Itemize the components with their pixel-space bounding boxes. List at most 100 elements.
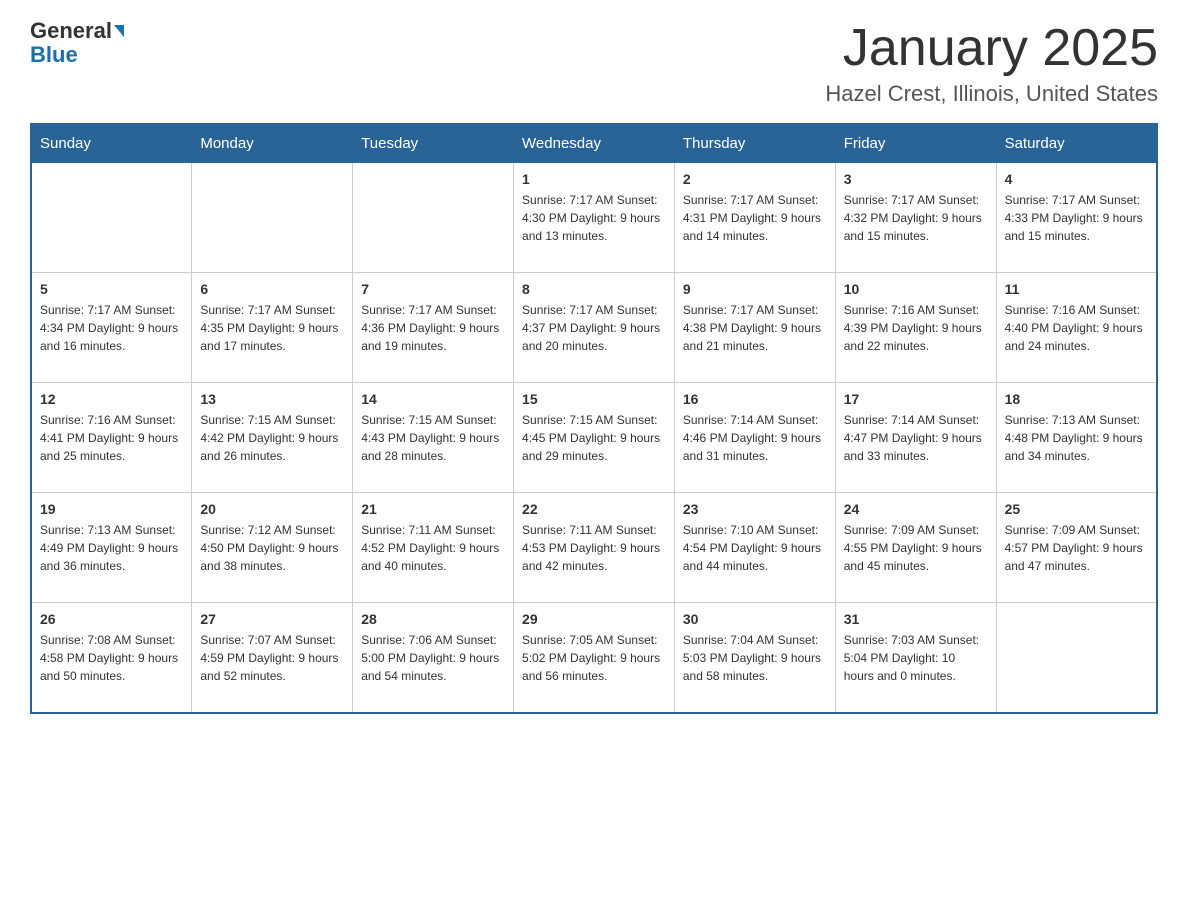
calendar-header-tuesday: Tuesday bbox=[353, 124, 514, 163]
day-info: Sunrise: 7:07 AM Sunset: 4:59 PM Dayligh… bbox=[200, 631, 344, 685]
day-info: Sunrise: 7:17 AM Sunset: 4:34 PM Dayligh… bbox=[40, 301, 183, 355]
day-info: Sunrise: 7:06 AM Sunset: 5:00 PM Dayligh… bbox=[361, 631, 505, 685]
calendar-cell: 3 Sunrise: 7:17 AM Sunset: 4:32 PM Daylig… bbox=[835, 163, 996, 273]
day-info: Sunrise: 7:09 AM Sunset: 4:57 PM Dayligh… bbox=[1005, 521, 1148, 575]
calendar-cell: 25 Sunrise: 7:09 AM Sunset: 4:57 PM Dayli… bbox=[996, 493, 1157, 603]
calendar-cell: 18Sunrise: 7:13 AM Sunset: 4:48 PM Dayli… bbox=[996, 383, 1157, 493]
calendar-header-friday: Friday bbox=[835, 124, 996, 163]
day-info: Sunrise: 7:14 AM Sunset: 4:47 PM Dayligh… bbox=[844, 411, 988, 465]
day-info: Sunrise: 7:15 AM Sunset: 4:45 PM Dayligh… bbox=[522, 411, 666, 465]
day-number: 3 bbox=[844, 171, 988, 187]
calendar-cell bbox=[353, 163, 514, 273]
calendar-cell bbox=[192, 163, 353, 273]
calendar-week-row: 12 Sunrise: 7:16 AM Sunset: 4:41 PM Dayli… bbox=[31, 383, 1157, 493]
day-number: 17 bbox=[844, 391, 988, 407]
day-number: 6 bbox=[200, 281, 344, 297]
day-number: 23 bbox=[683, 501, 827, 517]
calendar-week-row: 19 Sunrise: 7:13 AM Sunset: 4:49 PM Dayli… bbox=[31, 493, 1157, 603]
day-number: 5 bbox=[40, 281, 183, 297]
calendar-cell: 24Sunrise: 7:09 AM Sunset: 4:55 PM Dayli… bbox=[835, 493, 996, 603]
day-number: 8 bbox=[522, 281, 666, 297]
day-info: Sunrise: 7:17 AM Sunset: 4:35 PM Dayligh… bbox=[200, 301, 344, 355]
day-info: Sunrise: 7:17 AM Sunset: 4:32 PM Dayligh… bbox=[844, 191, 988, 245]
day-number: 16 bbox=[683, 391, 827, 407]
logo-text-general: General bbox=[30, 20, 112, 42]
day-info: Sunrise: 7:05 AM Sunset: 5:02 PM Dayligh… bbox=[522, 631, 666, 685]
day-info: Sunrise: 7:11 AM Sunset: 4:52 PM Dayligh… bbox=[361, 521, 505, 575]
calendar-header-sunday: Sunday bbox=[31, 124, 192, 163]
day-number: 18 bbox=[1005, 391, 1148, 407]
calendar-cell: 22 Sunrise: 7:11 AM Sunset: 4:53 PM Dayli… bbox=[514, 493, 675, 603]
day-number: 24 bbox=[844, 501, 988, 517]
calendar-title: January 2025 bbox=[825, 20, 1158, 77]
day-number: 25 bbox=[1005, 501, 1148, 517]
calendar-cell: 21 Sunrise: 7:11 AM Sunset: 4:52 PM Dayli… bbox=[353, 493, 514, 603]
day-info: Sunrise: 7:13 AM Sunset: 4:49 PM Dayligh… bbox=[40, 521, 183, 575]
calendar-cell: 10Sunrise: 7:16 AM Sunset: 4:39 PM Dayli… bbox=[835, 273, 996, 383]
calendar-cell: 14 Sunrise: 7:15 AM Sunset: 4:43 PM Dayli… bbox=[353, 383, 514, 493]
day-number: 31 bbox=[844, 611, 988, 627]
day-number: 21 bbox=[361, 501, 505, 517]
day-number: 14 bbox=[361, 391, 505, 407]
calendar-table: SundayMondayTuesdayWednesdayThursdayFrid… bbox=[30, 123, 1158, 714]
day-info: Sunrise: 7:17 AM Sunset: 4:33 PM Dayligh… bbox=[1005, 191, 1148, 245]
calendar-subtitle: Hazel Crest, Illinois, United States bbox=[825, 81, 1158, 107]
day-info: Sunrise: 7:16 AM Sunset: 4:41 PM Dayligh… bbox=[40, 411, 183, 465]
calendar-cell: 28 Sunrise: 7:06 AM Sunset: 5:00 PM Dayli… bbox=[353, 603, 514, 713]
calendar-cell: 19 Sunrise: 7:13 AM Sunset: 4:49 PM Dayli… bbox=[31, 493, 192, 603]
calendar-cell: 23Sunrise: 7:10 AM Sunset: 4:54 PM Dayli… bbox=[674, 493, 835, 603]
calendar-cell: 9 Sunrise: 7:17 AM Sunset: 4:38 PM Daylig… bbox=[674, 273, 835, 383]
day-number: 20 bbox=[200, 501, 344, 517]
day-number: 1 bbox=[522, 171, 666, 187]
calendar-cell: 20 Sunrise: 7:12 AM Sunset: 4:50 PM Dayli… bbox=[192, 493, 353, 603]
calendar-week-row: 1 Sunrise: 7:17 AM Sunset: 4:30 PM Daylig… bbox=[31, 163, 1157, 273]
calendar-header-saturday: Saturday bbox=[996, 124, 1157, 163]
calendar-header-row: SundayMondayTuesdayWednesdayThursdayFrid… bbox=[31, 124, 1157, 163]
day-number: 26 bbox=[40, 611, 183, 627]
day-info: Sunrise: 7:17 AM Sunset: 4:38 PM Dayligh… bbox=[683, 301, 827, 355]
logo-text-blue: Blue bbox=[30, 42, 78, 68]
calendar-cell: 29 Sunrise: 7:05 AM Sunset: 5:02 PM Dayli… bbox=[514, 603, 675, 713]
day-info: Sunrise: 7:17 AM Sunset: 4:36 PM Dayligh… bbox=[361, 301, 505, 355]
day-info: Sunrise: 7:15 AM Sunset: 4:43 PM Dayligh… bbox=[361, 411, 505, 465]
day-info: Sunrise: 7:14 AM Sunset: 4:46 PM Dayligh… bbox=[683, 411, 827, 465]
day-number: 9 bbox=[683, 281, 827, 297]
calendar-cell: 8 Sunrise: 7:17 AM Sunset: 4:37 PM Daylig… bbox=[514, 273, 675, 383]
calendar-cell: 2Sunrise: 7:17 AM Sunset: 4:31 PM Daylig… bbox=[674, 163, 835, 273]
calendar-cell: 12 Sunrise: 7:16 AM Sunset: 4:41 PM Dayli… bbox=[31, 383, 192, 493]
calendar-cell: 5 Sunrise: 7:17 AM Sunset: 4:34 PM Daylig… bbox=[31, 273, 192, 383]
day-info: Sunrise: 7:12 AM Sunset: 4:50 PM Dayligh… bbox=[200, 521, 344, 575]
day-info: Sunrise: 7:17 AM Sunset: 4:37 PM Dayligh… bbox=[522, 301, 666, 355]
calendar-cell: 4 Sunrise: 7:17 AM Sunset: 4:33 PM Daylig… bbox=[996, 163, 1157, 273]
day-info: Sunrise: 7:16 AM Sunset: 4:39 PM Dayligh… bbox=[844, 301, 988, 355]
day-number: 15 bbox=[522, 391, 666, 407]
day-number: 13 bbox=[200, 391, 344, 407]
day-info: Sunrise: 7:11 AM Sunset: 4:53 PM Dayligh… bbox=[522, 521, 666, 575]
day-number: 28 bbox=[361, 611, 505, 627]
day-info: Sunrise: 7:17 AM Sunset: 4:31 PM Dayligh… bbox=[683, 191, 827, 245]
calendar-cell: 7Sunrise: 7:17 AM Sunset: 4:36 PM Daylig… bbox=[353, 273, 514, 383]
logo: General Blue bbox=[30, 20, 124, 68]
day-number: 11 bbox=[1005, 281, 1148, 297]
calendar-cell: 13 Sunrise: 7:15 AM Sunset: 4:42 PM Dayli… bbox=[192, 383, 353, 493]
day-number: 4 bbox=[1005, 171, 1148, 187]
day-info: Sunrise: 7:16 AM Sunset: 4:40 PM Dayligh… bbox=[1005, 301, 1148, 355]
day-info: Sunrise: 7:08 AM Sunset: 4:58 PM Dayligh… bbox=[40, 631, 183, 685]
day-info: Sunrise: 7:04 AM Sunset: 5:03 PM Dayligh… bbox=[683, 631, 827, 685]
day-number: 30 bbox=[683, 611, 827, 627]
day-number: 19 bbox=[40, 501, 183, 517]
day-info: Sunrise: 7:15 AM Sunset: 4:42 PM Dayligh… bbox=[200, 411, 344, 465]
day-number: 12 bbox=[40, 391, 183, 407]
calendar-cell: 11 Sunrise: 7:16 AM Sunset: 4:40 PM Dayli… bbox=[996, 273, 1157, 383]
calendar-cell: 26 Sunrise: 7:08 AM Sunset: 4:58 PM Dayli… bbox=[31, 603, 192, 713]
calendar-cell bbox=[31, 163, 192, 273]
logo-arrow-icon bbox=[114, 25, 124, 37]
calendar-cell: 27Sunrise: 7:07 AM Sunset: 4:59 PM Dayli… bbox=[192, 603, 353, 713]
calendar-header-wednesday: Wednesday bbox=[514, 124, 675, 163]
calendar-cell: 1 Sunrise: 7:17 AM Sunset: 4:30 PM Daylig… bbox=[514, 163, 675, 273]
day-number: 22 bbox=[522, 501, 666, 517]
calendar-cell bbox=[996, 603, 1157, 713]
day-number: 29 bbox=[522, 611, 666, 627]
day-info: Sunrise: 7:17 AM Sunset: 4:30 PM Dayligh… bbox=[522, 191, 666, 245]
calendar-week-row: 5 Sunrise: 7:17 AM Sunset: 4:34 PM Daylig… bbox=[31, 273, 1157, 383]
